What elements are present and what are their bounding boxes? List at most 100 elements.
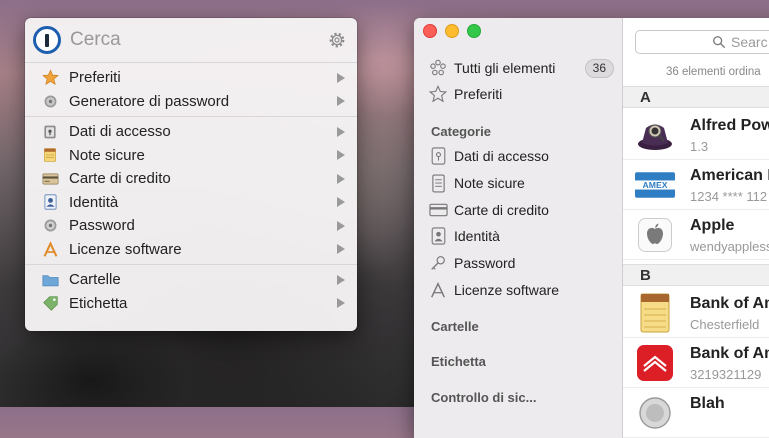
tags-header[interactable]: Etichetta xyxy=(431,354,486,369)
sidebar-item-secure-notes[interactable]: Note sicure xyxy=(428,173,614,193)
list-item[interactable]: Bank of Am Chesterfield xyxy=(623,287,769,338)
list-item[interactable]: Alfred Pow 1.3 xyxy=(623,109,769,160)
mini-search-bar[interactable]: Cerca xyxy=(25,18,357,63)
item-count-badge: 36 xyxy=(584,58,614,78)
star-icon xyxy=(41,69,59,87)
credit-card-icon xyxy=(41,170,59,188)
item-subtitle: 1.3 xyxy=(690,139,709,154)
onepassword-logo-icon xyxy=(33,26,61,54)
alfred-app-icon xyxy=(635,117,675,153)
mini-search-input[interactable]: Cerca xyxy=(70,29,327,51)
chevron-right-icon xyxy=(337,173,345,184)
sidebar-item-all-items[interactable]: Tutti gli elementi 36 xyxy=(428,58,614,78)
sidebar-item-label: Dati di accesso xyxy=(454,148,549,164)
sidebar-item-label: Licenze software xyxy=(454,282,560,298)
sidebar: Tutti gli elementi 36 Preferiti Categori… xyxy=(414,18,623,438)
mini-item-folders[interactable]: Cartelle xyxy=(25,268,357,292)
identity-icon xyxy=(428,226,448,246)
item-subtitle: 1234 **** 112 xyxy=(690,189,768,204)
list-item[interactable]: Blah xyxy=(623,387,769,438)
chevron-right-icon xyxy=(337,72,345,83)
sidebar-item-label: Tutti gli elementi xyxy=(454,60,556,76)
list-item[interactable]: Apple wendyappless xyxy=(623,209,769,260)
password-icon xyxy=(41,217,59,235)
mini-item-label: Dati di accesso xyxy=(69,123,171,141)
mini-group-folders-tags: Cartelle Etichetta xyxy=(25,265,357,318)
apple-logo-icon xyxy=(635,217,675,253)
mini-item-password-generator[interactable]: Generatore di password xyxy=(25,90,357,114)
mini-item-label: Licenze software xyxy=(69,240,182,258)
mini-item-credit-cards[interactable]: Carte di credito xyxy=(25,167,357,191)
item-title: Blah xyxy=(690,395,725,412)
section-header: A xyxy=(623,86,769,108)
search-input[interactable]: Searc xyxy=(635,30,769,54)
categories-header: Categorie xyxy=(431,124,491,139)
mini-item-secure-notes[interactable]: Note sicure xyxy=(25,144,357,168)
item-subtitle: Chesterfield xyxy=(690,317,760,332)
mini-item-label: Cartelle xyxy=(69,271,121,289)
mini-item-identities[interactable]: Identità xyxy=(25,191,357,215)
mini-group-categories: Dati di accesso Note sicure Carte di cre… xyxy=(25,117,357,265)
sidebar-item-passwords[interactable]: Password xyxy=(428,253,614,273)
mini-item-label: Carte di credito xyxy=(69,170,171,188)
folders-header[interactable]: Cartelle xyxy=(431,319,479,334)
item-title: Apple xyxy=(690,217,735,234)
sidebar-item-label: Preferiti xyxy=(454,86,503,102)
close-button[interactable] xyxy=(423,24,437,38)
sidebar-item-label: Password xyxy=(454,255,516,271)
window-controls xyxy=(423,24,481,38)
mini-popup: Cerca Preferiti Generatore di password D… xyxy=(25,18,357,331)
sidebar-item-label: Carte di credito xyxy=(454,202,549,218)
mini-item-logins[interactable]: Dati di accesso xyxy=(25,120,357,144)
security-audit-header[interactable]: Controllo di sic... xyxy=(431,390,536,405)
mini-item-label: Generatore di password xyxy=(69,92,230,110)
mini-item-label: Note sicure xyxy=(69,146,145,164)
item-title: Bank of Am xyxy=(690,345,769,362)
all-items-icon xyxy=(428,58,448,78)
zoom-button[interactable] xyxy=(467,24,481,38)
sidebar-item-logins[interactable]: Dati di accesso xyxy=(428,146,614,166)
mini-item-label: Password xyxy=(69,217,135,235)
main-window: Tutti gli elementi 36 Preferiti Categori… xyxy=(414,18,769,438)
software-license-icon xyxy=(428,280,448,300)
chevron-right-icon xyxy=(337,150,345,161)
sidebar-item-favorites[interactable]: Preferiti xyxy=(428,84,614,104)
mini-item-software-licenses[interactable]: Licenze software xyxy=(25,238,357,262)
key-icon xyxy=(428,253,448,273)
mini-group-top: Preferiti Generatore di password xyxy=(25,63,357,117)
note-icon xyxy=(635,293,675,333)
item-subtitle: wendyappless xyxy=(690,239,769,254)
item-count-sort-label[interactable]: 36 elementi ordina xyxy=(666,66,761,78)
chevron-right-icon xyxy=(337,244,345,255)
item-title: Bank of Am xyxy=(690,295,769,312)
login-icon xyxy=(41,123,59,141)
folder-icon xyxy=(41,271,59,289)
item-list: Searc 36 elementi ordina A Alfred Pow 1.… xyxy=(623,18,769,438)
search-placeholder: Searc xyxy=(731,34,768,50)
login-icon xyxy=(428,146,448,166)
list-item[interactable]: Bank of Am 3219321129 xyxy=(623,337,769,388)
sidebar-item-identities[interactable]: Identità xyxy=(428,226,614,246)
software-license-icon xyxy=(41,240,59,258)
gear-icon xyxy=(41,92,59,110)
svg-text:AMEX: AMEX xyxy=(643,180,668,190)
minimize-button[interactable] xyxy=(445,24,459,38)
sidebar-item-credit-cards[interactable]: Carte di credito xyxy=(428,200,614,220)
mini-item-tags[interactable]: Etichetta xyxy=(25,292,357,316)
gear-icon[interactable] xyxy=(327,30,347,50)
note-icon xyxy=(428,173,448,193)
chevron-right-icon xyxy=(337,197,345,208)
amex-card-icon: AMEX xyxy=(635,167,675,203)
sidebar-item-label: Note sicure xyxy=(454,175,525,191)
list-item[interactable]: AMEX American E 1234 **** 112 xyxy=(623,159,769,210)
tag-icon xyxy=(41,294,59,312)
credit-card-icon xyxy=(428,200,448,220)
sidebar-item-software-licenses[interactable]: Licenze software xyxy=(428,280,614,300)
mini-item-passwords[interactable]: Password xyxy=(25,214,357,238)
mini-item-favorites[interactable]: Preferiti xyxy=(25,66,357,90)
sidebar-item-label: Identità xyxy=(454,228,500,244)
mini-item-label: Identità xyxy=(69,193,119,211)
mini-item-label: Preferiti xyxy=(69,69,121,87)
chevron-right-icon xyxy=(337,96,345,107)
identity-icon xyxy=(41,193,59,211)
